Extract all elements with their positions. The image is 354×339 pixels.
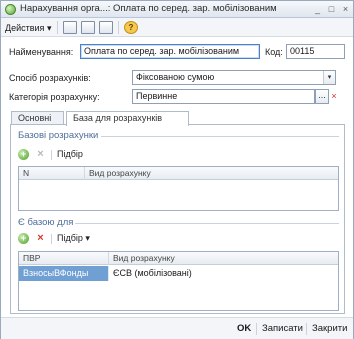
save-and-close-icon[interactable] [63,21,77,34]
title-bar: Нарахування орга...: Оплата по серед. за… [1,1,353,18]
name-label: Найменування: [9,47,74,57]
calc-method-select[interactable]: Фіксованою сумою ▾ [132,70,336,85]
column-header[interactable]: ПВР [19,252,109,265]
chevron-down-icon: ▾ [85,233,90,243]
name-field[interactable]: Оплата по серед. зар. мобілізованим [80,44,260,59]
tab-panel: Базові розрахунки + × Підбір N Вид розра… [10,124,345,314]
delete-icon[interactable]: × [35,232,46,244]
column-header[interactable]: Вид розрахунку [109,252,338,265]
toolbar-separator [51,234,52,244]
section-divider [75,223,339,224]
minimize-icon[interactable]: _ [311,3,324,15]
toolbar-separator [51,150,52,160]
column-header[interactable]: N [19,167,85,180]
table-row[interactable]: ВзносыВФонды ЄСВ (мобілізовані) [19,266,338,281]
table-header: N Вид розрахунку [19,167,338,180]
maximize-icon[interactable]: □ [325,3,338,15]
actions-menu[interactable]: Действия ▾ [5,21,51,35]
window: Нарахування орга...: Оплата по серед. за… [0,0,354,339]
close-icon[interactable]: × [339,3,352,15]
is-base-toolbar: + × Підбір ▾ [18,232,138,246]
window-title: Нарахування орга...: Оплата по серед. за… [20,3,277,14]
close-button[interactable]: Закрити [312,323,347,334]
ok-button[interactable]: OK [237,323,251,334]
save-icon[interactable] [81,21,95,34]
footer: OK Записати Закрити [1,317,353,339]
add-icon[interactable]: + [18,149,29,160]
category-label: Категорія розрахунку: [9,92,100,102]
add-icon[interactable]: + [18,233,29,244]
table-header: ПВР Вид розрахунку [19,252,338,265]
calc-method-label: Спосіб розрахунків: [9,73,91,83]
category-field[interactable]: Первинне [132,89,315,104]
code-label: Код: [265,47,283,57]
base-section-title: Базові розрахунки [18,130,99,141]
column-header[interactable]: Вид розрахунку [85,167,338,180]
is-base-select-button[interactable]: Підбір ▾ [57,233,90,244]
footer-separator [256,323,257,335]
app-icon [5,4,16,15]
delete-icon[interactable]: × [35,148,46,160]
chevron-down-icon: ▾ [46,23,52,33]
code-field[interactable]: 00115 [286,44,345,59]
copy-icon[interactable] [99,21,113,34]
select-icon[interactable]: ... [315,89,329,104]
save-button[interactable]: Записати [262,323,303,334]
clear-icon[interactable]: × [329,89,339,104]
chevron-down-icon[interactable]: ▾ [323,71,335,84]
base-table[interactable]: N Вид розрахунку [18,166,339,211]
base-toolbar: + × Підбір [18,148,138,162]
is-base-select-label: Підбір [57,233,83,243]
toolbar: Действия ▾ ? [1,18,353,37]
actions-label: Действия [5,23,45,33]
toolbar-separator [57,21,58,34]
help-icon[interactable]: ? [124,21,138,34]
footer-separator [306,323,307,335]
base-select-button[interactable]: Підбір [57,149,83,159]
calc-method-value: Фіксованою сумою [136,72,215,82]
calc-kind-cell[interactable]: ЄСВ (мобілізовані) [109,266,338,281]
tab-main[interactable]: Основні [11,111,64,125]
section-divider [101,136,339,137]
pvr-cell[interactable]: ВзносыВФонды [19,266,109,281]
is-base-section-title: Є базою для [18,217,74,228]
tab-calc-base[interactable]: База для розрахунків [66,111,189,126]
is-base-table[interactable]: ПВР Вид розрахунку ВзносыВФонды ЄСВ (моб… [18,251,339,311]
toolbar-separator [118,21,119,34]
